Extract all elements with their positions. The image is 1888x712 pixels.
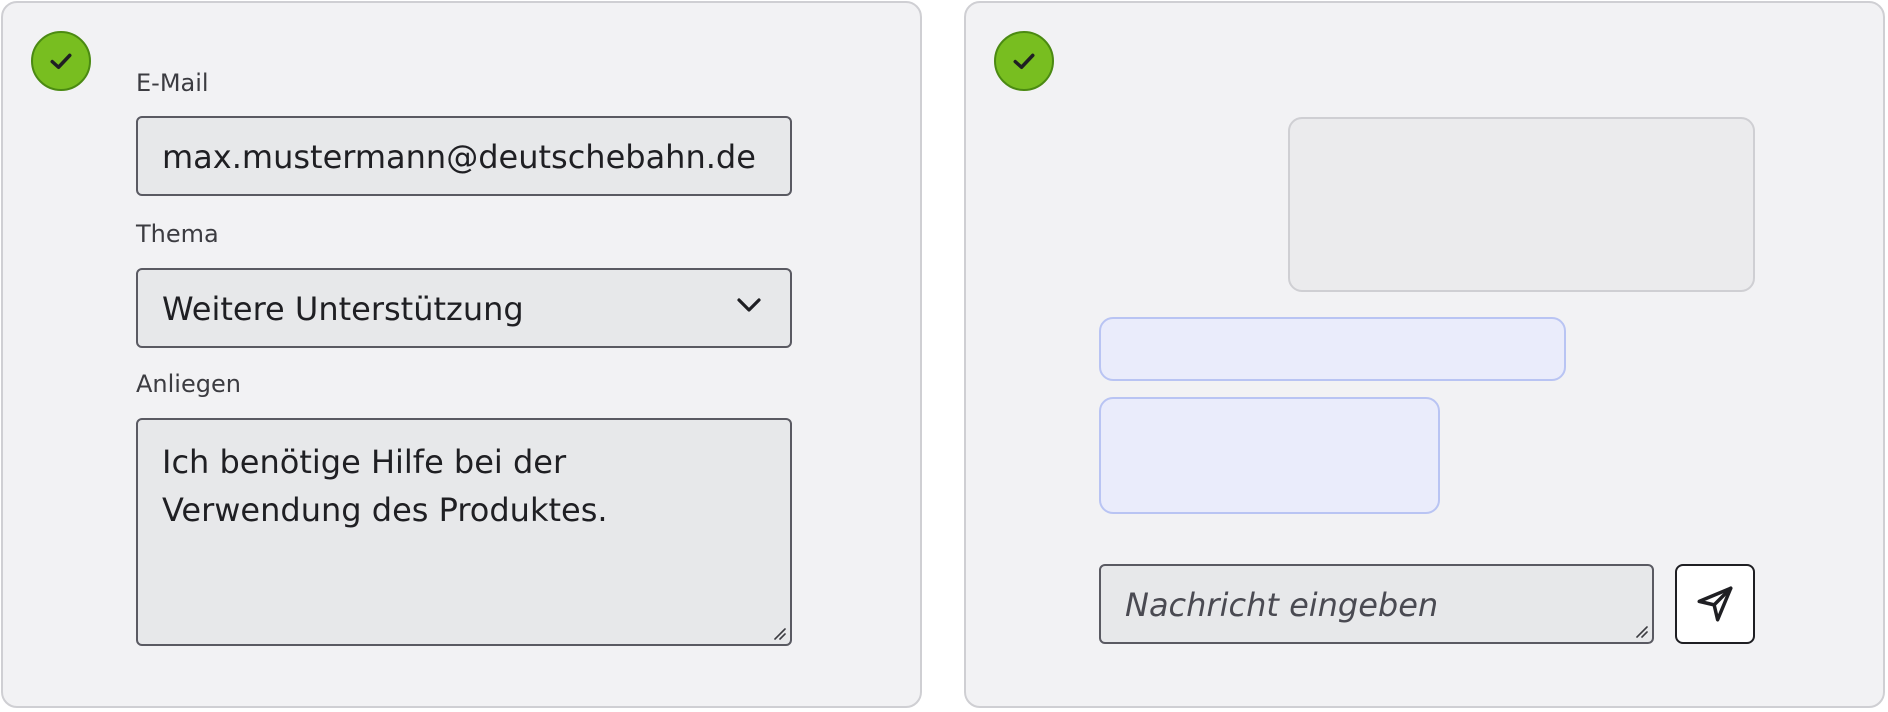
- request-textarea[interactable]: Ich benötige Hilfe bei der Verwendung de…: [136, 418, 792, 646]
- chat-panel: Nachricht eingeben: [964, 1, 1885, 708]
- chat-bubble-outgoing: [1099, 317, 1566, 381]
- message-placeholder: Nachricht eingeben: [1125, 586, 1439, 624]
- chat-bubble-outgoing: [1099, 397, 1440, 514]
- email-field[interactable]: max.mustermann@deutschebahn.de: [136, 116, 792, 196]
- request-value: Ich benötige Hilfe bei der Verwendung de…: [162, 443, 608, 529]
- send-button[interactable]: [1675, 564, 1755, 644]
- message-input[interactable]: Nachricht eingeben: [1099, 564, 1654, 644]
- email-value: max.mustermann@deutschebahn.de: [162, 138, 756, 176]
- topic-label: Thema: [136, 220, 219, 248]
- resize-handle-icon[interactable]: [772, 626, 786, 640]
- send-icon: [1697, 586, 1733, 622]
- topic-selected-value: Weitere Unterstützung: [162, 290, 524, 328]
- request-label: Anliegen: [136, 370, 241, 398]
- chat-bubble-incoming: [1288, 117, 1755, 292]
- email-label: E-Mail: [136, 69, 209, 97]
- chevron-down-icon: [737, 298, 761, 312]
- check-icon: [31, 31, 91, 91]
- check-icon: [994, 31, 1054, 91]
- topic-select[interactable]: Weitere Unterstützung: [136, 268, 792, 348]
- resize-handle-icon[interactable]: [1634, 624, 1648, 638]
- contact-form-panel: E-Mail max.mustermann@deutschebahn.de Th…: [1, 1, 922, 708]
